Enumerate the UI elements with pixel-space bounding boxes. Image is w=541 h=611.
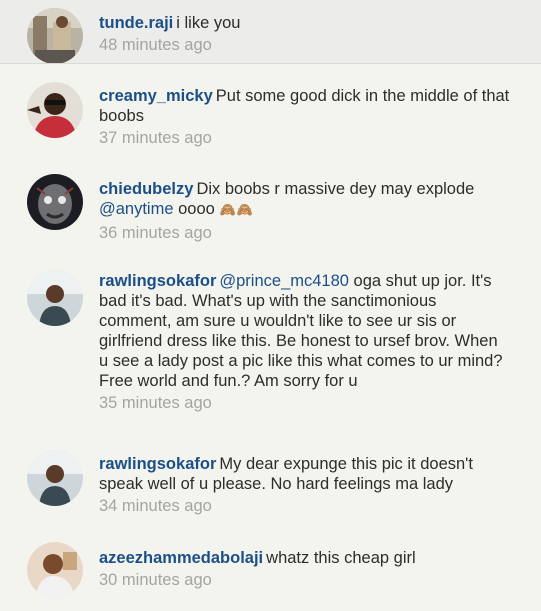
comment-item: rawlingsokafor My dear expunge this pic i… — [0, 438, 541, 536]
comment-item: chiedubelzy Dix boobs r massive dey may e… — [0, 164, 541, 256]
avatar-photo-icon[interactable] — [27, 542, 83, 598]
avatar-photo-icon[interactable] — [27, 174, 83, 230]
comment-username[interactable]: chiedubelzy — [99, 180, 193, 198]
comment-message: Dix boobs r massive dey may explode — [196, 180, 475, 198]
comment-message-cont: oooo — [178, 200, 215, 218]
comment-mention[interactable]: @anytime — [99, 200, 174, 218]
avatar-photo-icon[interactable] — [27, 82, 83, 138]
avatar-photo-icon[interactable] — [27, 450, 83, 506]
comment-username[interactable]: creamy_micky — [99, 87, 213, 105]
comment-username[interactable]: tunde.raji — [99, 14, 173, 32]
comment-message: i like you — [176, 14, 241, 32]
comment-timestamp: 48 minutes ago — [99, 36, 212, 54]
comment-timestamp: 36 minutes ago — [99, 224, 212, 242]
comment-username[interactable]: rawlingsokafor — [99, 272, 216, 290]
comments-feed: tunde.raji i like you 48 minutes ago crea… — [0, 0, 541, 611]
comment-text: creamy_micky Put some good dick in the mi… — [99, 86, 511, 126]
comment-username[interactable]: azeezhammedabolaji — [99, 549, 263, 567]
comment-text: rawlingsokafor My dear expunge this pic i… — [99, 454, 511, 494]
comment-item: tunde.raji i like you 48 minutes ago — [0, 0, 541, 64]
comment-text: tunde.raji i like you — [99, 13, 511, 33]
avatar-photo-icon[interactable] — [27, 8, 83, 64]
comment-timestamp: 37 minutes ago — [99, 129, 212, 147]
comment-text: azeezhammedabolaji whatz this cheap girl — [99, 548, 511, 568]
comment-timestamp: 34 minutes ago — [99, 497, 212, 515]
comment-timestamp: 30 minutes ago — [99, 571, 212, 589]
comment-timestamp: 35 minutes ago — [99, 394, 212, 412]
comment-item: creamy_micky Put some good dick in the mi… — [0, 64, 541, 164]
avatar-photo-icon[interactable] — [27, 270, 83, 326]
comment-text: rawlingsokafor @prince_mc4180 oga shut up… — [99, 271, 511, 391]
comment-message: whatz this cheap girl — [266, 549, 416, 567]
comment-mention[interactable]: @prince_mc4180 — [219, 272, 349, 290]
comment-item: azeezhammedabolaji whatz this cheap girl … — [0, 536, 541, 611]
comment-text: chiedubelzy Dix boobs r massive dey may e… — [99, 179, 511, 221]
see-no-evil-monkey-icon: 🙈🙈 — [219, 203, 254, 218]
comment-username[interactable]: rawlingsokafor — [99, 455, 216, 473]
comment-item: rawlingsokafor @prince_mc4180 oga shut up… — [0, 256, 541, 438]
